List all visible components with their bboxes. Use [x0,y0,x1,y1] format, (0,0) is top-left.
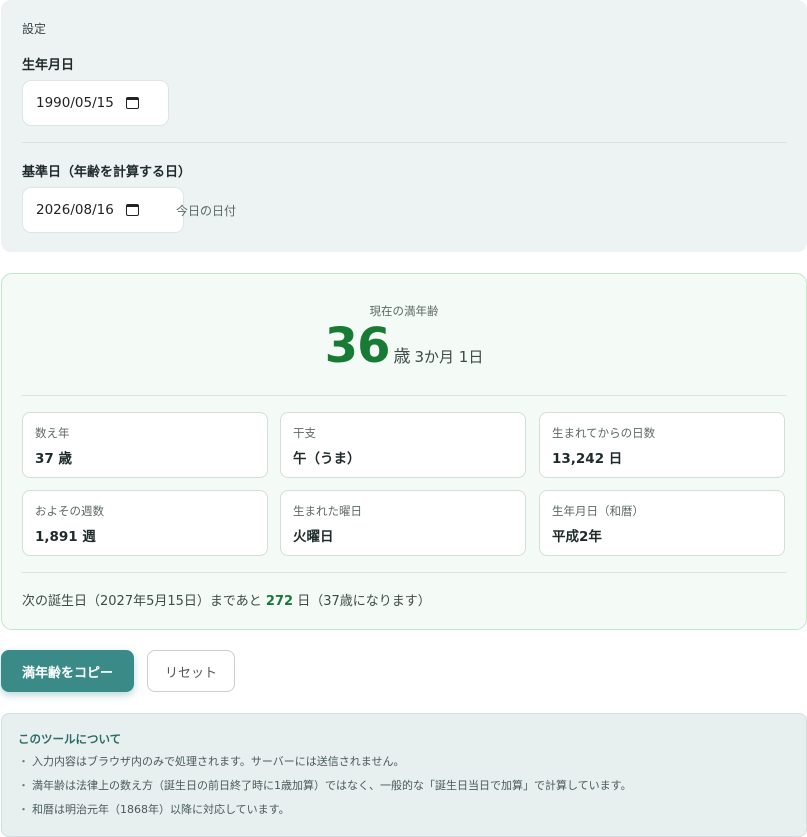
next-birthday-prefix: 次の誕生日（2027年5月15日）まであと [22,594,262,609]
birthdate-label: 生年月日 [22,58,75,73]
about-item-text: 満年齢は法律上の数え方（誕生日の前日終了時に1歳加算）ではなく、一般的な「誕生日… [32,779,632,792]
card-wareki: 生年月日（和暦） 平成2年 [539,490,785,556]
result-panel: 現在の満年齢 36 歳 3か月 1日 数え年 37 歳 干支 午（うま） 生まれてか… [1,273,807,630]
next-birthday-days: 272 [265,594,294,609]
card-value: 火曜日 [293,529,334,545]
basedate-label: 基準日（年齢を計算する日） [22,165,192,180]
card-value: 1,891 週 [35,529,96,545]
copy-age-button[interactable]: 満年齢をコピー [1,650,134,692]
about-title: このツールについて [18,732,122,746]
about-item-text: 入力内容はブラウザ内のみで処理されます。サーバーには送信されません。 [32,755,405,768]
bullet: ・ [18,803,29,816]
about-item-text: 和暦は明治元年（1868年）以降に対応しています。 [32,803,290,816]
calendar-icon[interactable] [125,97,139,109]
card-value: 平成2年 [552,529,602,545]
card-label: およその週数 [35,504,104,518]
next-birthday-suffix: 日（37歳になります） [297,594,431,609]
list-item: ・和暦は明治元年（1868年）以降に対応しています。 [18,802,632,826]
card-value: 午（うま） [293,451,361,467]
bullet: ・ [18,755,29,768]
card-label: 生まれた曜日 [293,504,362,518]
result-divider-bottom [22,572,786,573]
reset-button[interactable]: リセット [147,650,235,692]
next-birthday-text: 次の誕生日（2027年5月15日）まであと 272 日（37歳になります） [22,590,431,609]
settings-divider [22,142,787,143]
card-eto: 干支 午（うま） [280,412,526,478]
card-weeks: およその週数 1,891 週 [22,490,268,556]
age-number: 36 [324,318,391,374]
list-item: ・入力内容はブラウザ内のみで処理されます。サーバーには送信されません。 [18,754,632,778]
card-days-since-birth: 生まれてからの日数 13,242 日 [539,412,785,478]
card-kazoedoshi: 数え年 37 歳 [22,412,268,478]
card-label: 数え年 [35,426,70,440]
age-display: 36 歳 3か月 1日 [2,318,806,374]
settings-section-label: 設定 [22,22,47,36]
basedate-value: 2026/08/16 [36,202,114,218]
age-unit: 歳 [393,347,411,367]
card-value: 37 歳 [35,451,72,467]
calendar-icon[interactable] [125,204,139,216]
basedate-input[interactable]: 2026/08/16 [22,187,184,233]
birthdate-value: 1990/05/15 [36,95,114,111]
about-panel: このツールについて ・入力内容はブラウザ内のみで処理されます。サーバーには送信さ… [1,713,807,837]
result-divider-top [22,395,786,396]
basedate-hint: 今日の日付 [176,204,237,218]
list-item: ・満年齢は法律上の数え方（誕生日の前日終了時に1歳加算）ではなく、一般的な「誕生… [18,778,632,802]
about-list: ・入力内容はブラウザ内のみで処理されます。サーバーには送信されません。 ・満年齢… [18,754,632,826]
age-caption: 現在の満年齢 [369,304,439,318]
card-weekday: 生まれた曜日 火曜日 [280,490,526,556]
bullet: ・ [18,779,29,792]
age-detail: 3か月 1日 [414,348,484,366]
card-label: 生年月日（和暦） [552,504,644,518]
card-label: 干支 [293,426,316,440]
birthdate-input[interactable]: 1990/05/15 [22,80,169,126]
settings-panel: 設定 生年月日 1990/05/15 基準日（年齢を計算する日） 2026/08… [1,0,807,252]
card-label: 生まれてからの日数 [552,426,656,440]
card-value: 13,242 日 [552,451,623,467]
